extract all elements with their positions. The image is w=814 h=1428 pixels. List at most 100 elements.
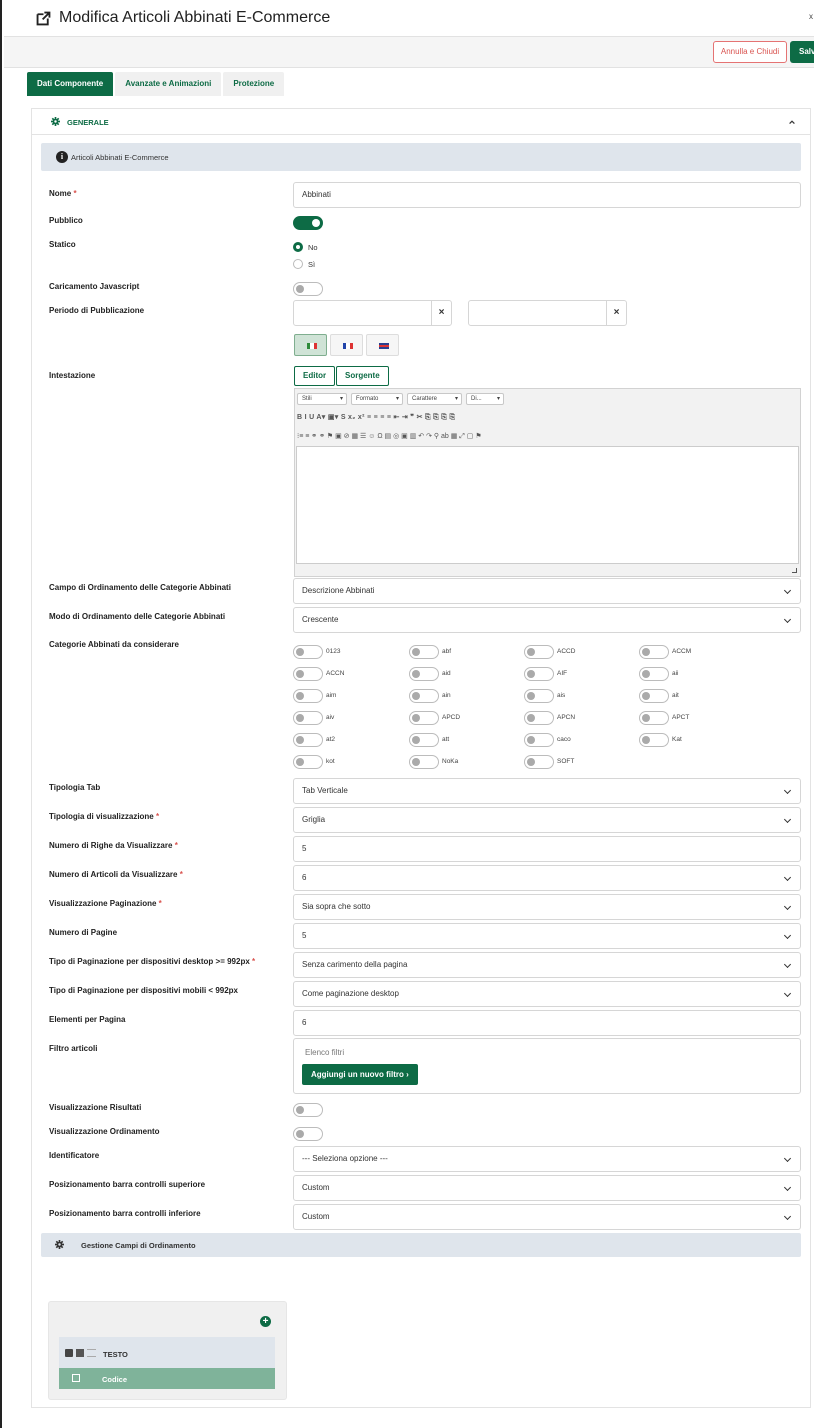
- category-switch[interactable]: [293, 755, 323, 769]
- add-circle-icon[interactable]: +: [260, 1316, 271, 1327]
- paginazione-mobile-select[interactable]: Come paginazione desktop: [293, 981, 801, 1007]
- category-toggle[interactable]: ACCD: [524, 645, 575, 659]
- add-filter-button[interactable]: Aggiungi un nuovo filtro ›: [302, 1064, 418, 1085]
- category-switch[interactable]: [409, 645, 439, 659]
- visualizzazione-ordinamento-toggle[interactable]: [293, 1127, 323, 1141]
- tipologia-visualizzazione-select[interactable]: Griglia: [293, 807, 801, 833]
- category-switch[interactable]: [409, 711, 439, 725]
- close-icon[interactable]: x: [809, 12, 813, 21]
- category-switch[interactable]: [293, 733, 323, 747]
- category-switch[interactable]: [293, 689, 323, 703]
- numero-righe-input[interactable]: 5: [293, 836, 801, 862]
- category-toggle[interactable]: AIF: [524, 667, 567, 681]
- numero-pagine-select[interactable]: 5: [293, 923, 801, 949]
- tree-row-codice[interactable]: Codice: [59, 1368, 275, 1389]
- category-switch[interactable]: [639, 667, 669, 681]
- category-toggle[interactable]: ACCM: [639, 645, 691, 659]
- periodo-start-clear-icon[interactable]: ×: [431, 300, 451, 326]
- tab-avanzate-animazioni[interactable]: Avanzate e Animazioni: [115, 72, 222, 96]
- lang-fr-button[interactable]: [330, 334, 363, 356]
- category-toggle[interactable]: SOFT: [524, 755, 574, 769]
- category-switch[interactable]: [639, 645, 669, 659]
- posizionamento-inferiore-select[interactable]: Custom: [293, 1204, 801, 1230]
- format-tools-icon[interactable]: B I U A▾ ▣▾ S x₂ x² ≡ ≡ ≡ ≡ ⇤ ⇥ ❞ ✂ ⎘ ⎘ …: [297, 413, 455, 422]
- identificatore-select[interactable]: --- Seleziona opzione ---: [293, 1146, 801, 1172]
- category-toggle[interactable]: NoKa: [409, 755, 458, 769]
- visualizzazione-risultati-toggle[interactable]: [293, 1103, 323, 1117]
- category-switch[interactable]: [293, 711, 323, 725]
- visualizzazione-paginazione-select[interactable]: Sia sopra che sotto: [293, 894, 801, 920]
- category-toggle[interactable]: ACCN: [293, 667, 344, 681]
- font-combo[interactable]: Carattere: [407, 393, 462, 405]
- category-switch[interactable]: [409, 667, 439, 681]
- pubblico-toggle[interactable]: [293, 216, 323, 230]
- category-switch[interactable]: [293, 645, 323, 659]
- numero-articoli-select[interactable]: 6: [293, 865, 801, 891]
- category-switch[interactable]: [524, 733, 554, 747]
- category-switch[interactable]: [409, 733, 439, 747]
- category-toggle[interactable]: ais: [524, 689, 565, 703]
- category-toggle[interactable]: APCD: [409, 711, 460, 725]
- checkbox-checked-icon[interactable]: [65, 1349, 73, 1357]
- save-button[interactable]: Salva: [790, 41, 814, 63]
- category-toggle[interactable]: 0123: [293, 645, 340, 659]
- nome-input[interactable]: Abbinati: [293, 182, 801, 208]
- tipologia-tab-select[interactable]: Tab Verticale: [293, 778, 801, 804]
- category-toggle[interactable]: att: [409, 733, 449, 747]
- cancel-close-button[interactable]: Annulla e Chiudi: [713, 41, 787, 63]
- category-switch[interactable]: [639, 711, 669, 725]
- category-toggle[interactable]: aii: [639, 667, 679, 681]
- category-toggle[interactable]: caco: [524, 733, 571, 747]
- posizionamento-superiore-select[interactable]: Custom: [293, 1175, 801, 1201]
- resize-handle-icon[interactable]: [792, 568, 797, 573]
- statico-radio-no[interactable]: [293, 242, 303, 252]
- caricamento-js-toggle[interactable]: [293, 282, 323, 296]
- tab-protezione[interactable]: Protezione: [223, 72, 285, 96]
- category-toggle[interactable]: APCT: [639, 711, 689, 725]
- source-mode-button[interactable]: Sorgente: [336, 366, 389, 386]
- category-toggle[interactable]: APCN: [524, 711, 575, 725]
- statico-radio-si[interactable]: [293, 259, 303, 269]
- category-switch[interactable]: [639, 689, 669, 703]
- tab-dati-componente[interactable]: Dati Componente: [27, 72, 114, 96]
- category-toggle[interactable]: aiv: [293, 711, 334, 725]
- paginazione-desktop-select[interactable]: Senza carimento della pagina: [293, 952, 801, 978]
- campo-ordinamento-select[interactable]: Descrizione Abbinati: [293, 578, 801, 604]
- category-toggle[interactable]: Kat: [639, 733, 682, 747]
- category-switch[interactable]: [293, 667, 323, 681]
- editor-mode-button[interactable]: Editor: [294, 366, 336, 386]
- category-toggle[interactable]: ain: [409, 689, 451, 703]
- category-toggle[interactable]: abf: [409, 645, 451, 659]
- category-label: 0123: [326, 648, 341, 655]
- category-toggle[interactable]: at2: [293, 733, 335, 747]
- category-toggle[interactable]: aim: [293, 689, 336, 703]
- periodo-end-input[interactable]: ×: [468, 300, 627, 326]
- tree-row-testo[interactable]: TESTO: [59, 1337, 275, 1368]
- modo-ordinamento-select[interactable]: Crescente: [293, 607, 801, 633]
- category-toggle[interactable]: ait: [639, 689, 679, 703]
- category-toggle[interactable]: kot: [293, 755, 335, 769]
- chevron-up-icon[interactable]: [788, 118, 796, 126]
- general-panel-header[interactable]: GENERALE: [32, 109, 810, 135]
- category-switch[interactable]: [409, 689, 439, 703]
- category-switch[interactable]: [524, 711, 554, 725]
- periodo-end-clear-icon[interactable]: ×: [606, 300, 626, 326]
- category-switch[interactable]: [409, 755, 439, 769]
- size-combo[interactable]: Di...: [466, 393, 504, 405]
- category-switch[interactable]: [524, 667, 554, 681]
- periodo-start-input[interactable]: ×: [293, 300, 452, 326]
- category-switch[interactable]: [524, 755, 554, 769]
- category-toggle[interactable]: aid: [409, 667, 451, 681]
- sorting-fields-bar[interactable]: Gestione Campi di Ordinamento: [41, 1233, 801, 1257]
- lang-it-button[interactable]: [294, 334, 327, 356]
- insert-tools-icon[interactable]: ⁝≡ ≡ ⚭ ⚭ ⚑ ▣ ⊘ ▦ ☰ ☺ Ω ▤ ◎ ▣ ▥ ↶ ↷ ⚲ ab …: [297, 432, 482, 441]
- lang-en-button[interactable]: [366, 334, 399, 356]
- category-switch[interactable]: [639, 733, 669, 747]
- checkbox-icon[interactable]: [72, 1374, 80, 1382]
- styles-combo[interactable]: Stili: [297, 393, 347, 405]
- elementi-pagina-input[interactable]: 6: [293, 1010, 801, 1036]
- category-switch[interactable]: [524, 689, 554, 703]
- editor-content-area[interactable]: [296, 446, 799, 564]
- format-combo[interactable]: Formato: [351, 393, 403, 405]
- category-switch[interactable]: [524, 645, 554, 659]
